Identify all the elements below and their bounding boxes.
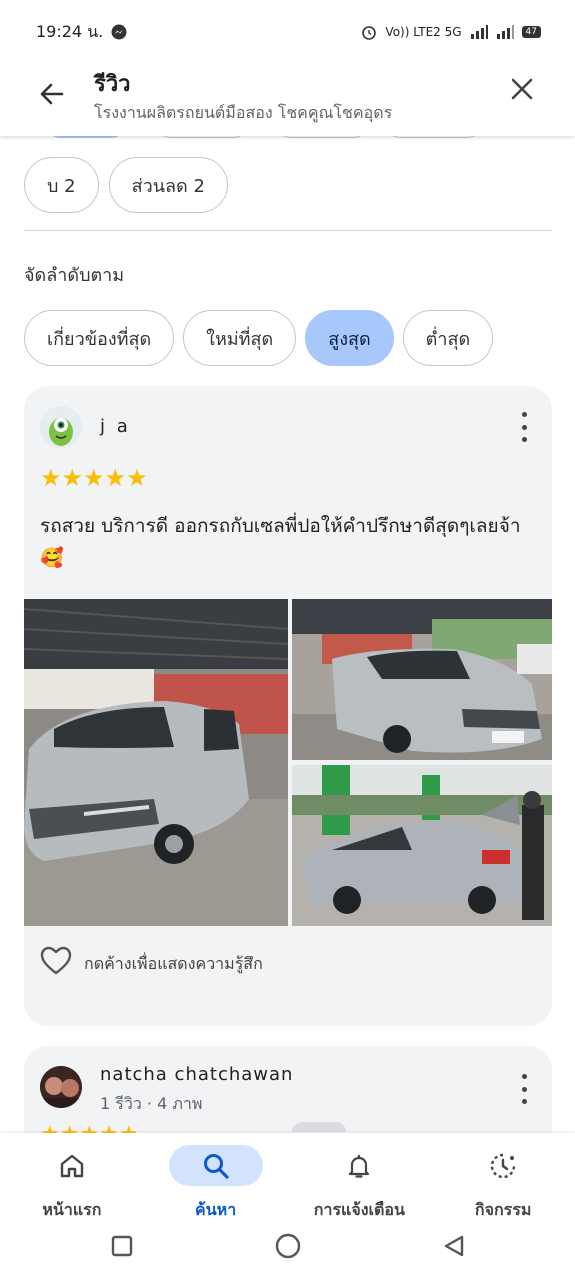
sort-highest-chip[interactable]: สูงสุด [305,310,394,366]
nav-notifications[interactable]: การแจ้งเตือน [288,1133,432,1223]
network-label: Vo)) LTE2 5G [385,25,462,39]
home-button-icon[interactable] [275,1233,301,1259]
nav-home-label: หน้าแรก [42,1200,102,1219]
user-photo-avatar [40,1066,82,1108]
arrow-back-icon [40,83,64,105]
nav-activity[interactable]: กิจกรรม [431,1133,575,1223]
divider [24,230,552,231]
status-bar: 19:24 น. Vo)) LTE2 5G 47 [0,0,575,64]
status-time: 19:24 น. [36,21,104,41]
car-photo [292,765,552,926]
review-photos [24,599,552,926]
back-nav-icon[interactable] [442,1234,466,1258]
bell-icon [349,1154,370,1178]
bottom-navigation: หน้าแรก ค้นหา การแจ้งเตือน กิจกรรม [0,1133,575,1223]
review-card: j a ★★★★★ รถสวย บริการดี ออกรถกับเซลพี่ป… [24,386,552,1026]
heart-icon[interactable] [40,946,72,976]
car-photo [24,599,288,926]
star-rating: ★★★★★ [40,464,148,492]
car-photo [292,599,552,760]
dot [521,1074,527,1079]
filter-chip-discount[interactable]: ส่วนลด 2 [108,157,228,213]
nav-activity-label: กิจกรรม [474,1200,532,1219]
sort-relevant-chip[interactable]: เกี่ยวข้องที่สุด [24,310,175,366]
reaction-hint[interactable]: กดค้างเพื่อแสดงความรู้สึก [84,952,263,977]
alarm-icon [362,26,377,40]
back-button[interactable] [38,80,68,110]
battery-indicator: 47 [521,26,541,38]
nav-notifications-pill [312,1145,406,1186]
nav-home-pill [25,1145,119,1186]
review-photo[interactable] [292,765,552,926]
close-icon [511,78,533,100]
dot [521,1099,527,1104]
page-title: รีวิว [94,72,131,97]
nav-notifications-label: การแจ้งเตือน [313,1200,405,1219]
system-navigation-bar [0,1223,575,1280]
nav-home[interactable]: หน้าแรก [0,1133,144,1223]
dot [521,412,527,417]
filter-chip-row: บ 2 ส่วนลด 2 [24,157,228,213]
app-header: รีวิว โรงงานผลิตรถยนต์มือสอง โชคคูณโชคอุ… [0,64,575,136]
status-left: 19:24 น. [36,20,127,45]
messenger-icon [111,24,127,40]
recents-icon[interactable] [111,1235,133,1257]
more-options-button[interactable] [518,412,530,442]
signal-icon-2 [496,25,514,39]
activity-icon [490,1153,516,1178]
nav-search[interactable]: ค้นหา [144,1133,288,1223]
review-photo[interactable] [24,599,288,926]
status-right: Vo)) LTE2 5G 47 [361,24,541,40]
sort-newest-chip[interactable]: ใหม่ที่สุด [183,310,297,366]
dot [521,437,527,442]
signal-icon [470,25,488,39]
sort-label: จัดลำดับตาม [24,265,125,286]
sort-lowest-chip[interactable]: ต่ำสุด [402,310,494,366]
review-text: รถสวย บริการดี ออกรถกับเซลพี่ปอให้คำปรึก… [40,515,521,569]
partial-badge [292,1122,346,1132]
reviewer-meta: 1 รีวิว · 4 ภาพ [100,1094,203,1113]
reviewer-name[interactable]: natcha chatchawan [100,1064,293,1085]
filter-chip[interactable]: บ 2 [24,157,99,213]
monster-avatar-icon [40,406,82,448]
sort-options: เกี่ยวข้องที่สุด ใหม่ที่สุด สูงสุด ต่ำสุ… [24,310,494,366]
avatar[interactable] [40,406,82,448]
avatar[interactable] [40,1066,82,1108]
home-icon [60,1154,84,1177]
dot [521,424,527,430]
more-options-button[interactable] [518,1074,530,1104]
review-photo[interactable] [292,599,552,760]
nav-activity-pill [456,1145,550,1186]
heart-outline-icon [40,946,72,975]
nav-search-pill [168,1145,263,1186]
nav-search-label: ค้นหา [195,1200,237,1219]
close-button[interactable] [507,76,537,106]
place-name: โรงงานผลิตรถยนต์มือสอง โชคคูณโชคอุดร [94,103,393,122]
dot [521,1086,527,1092]
search-icon [203,1153,229,1179]
reviewer-name[interactable]: j a [100,416,131,437]
